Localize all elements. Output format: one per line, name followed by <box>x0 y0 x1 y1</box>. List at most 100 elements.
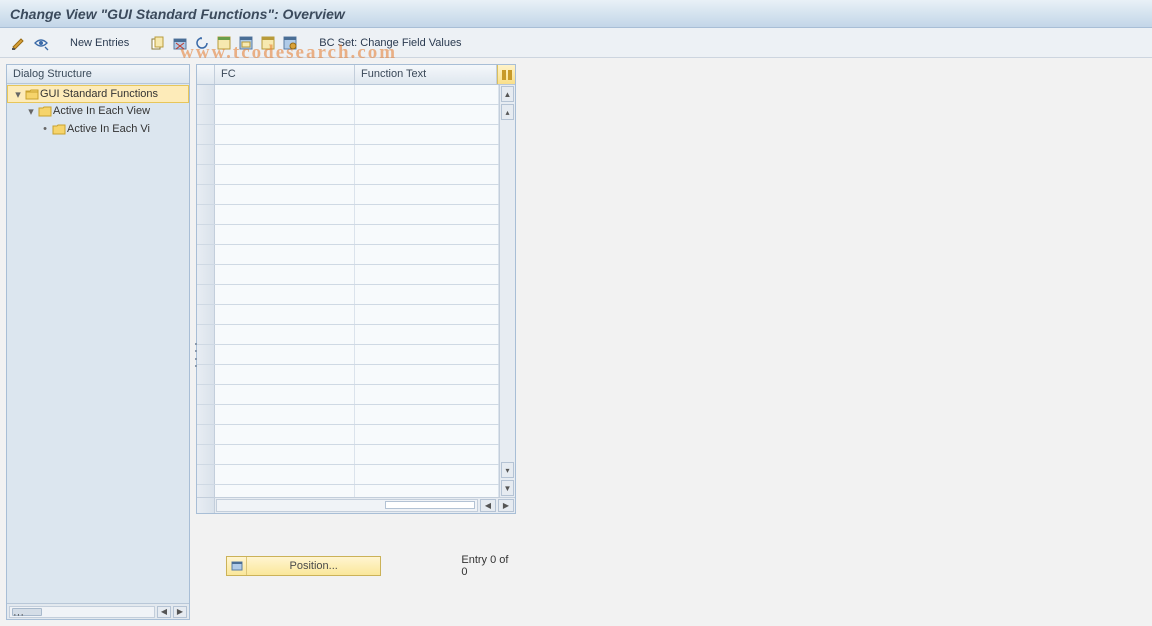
cell-function-text[interactable] <box>355 265 499 284</box>
cell-fc[interactable] <box>215 205 355 224</box>
cell-fc[interactable] <box>215 265 355 284</box>
cell-function-text[interactable] <box>355 205 499 224</box>
cell-fc[interactable] <box>215 465 355 484</box>
tree-toggle-icon[interactable]: ▾ <box>12 88 24 101</box>
table-row[interactable] <box>197 425 499 445</box>
bc-set-button[interactable]: BC Set: Change Field Values <box>313 37 467 49</box>
table-row[interactable] <box>197 165 499 185</box>
cell-function-text[interactable] <box>355 285 499 304</box>
table-row[interactable] <box>197 185 499 205</box>
table-row[interactable] <box>197 445 499 465</box>
configure-columns-icon[interactable] <box>497 65 515 84</box>
deselect-all-icon[interactable] <box>259 34 277 52</box>
cell-fc[interactable] <box>215 125 355 144</box>
cell-fc[interactable] <box>215 425 355 444</box>
cell-fc[interactable] <box>215 445 355 464</box>
cell-fc[interactable] <box>215 105 355 124</box>
scroll-down-icon[interactable]: ▼ <box>501 480 514 496</box>
cell-function-text[interactable] <box>355 465 499 484</box>
row-header[interactable] <box>197 145 215 164</box>
cell-fc[interactable] <box>215 385 355 404</box>
row-header[interactable] <box>197 445 215 464</box>
vscroll-track[interactable] <box>500 121 515 461</box>
table-row[interactable] <box>197 485 499 497</box>
cell-function-text[interactable] <box>355 105 499 124</box>
row-header[interactable] <box>197 425 215 444</box>
cell-fc[interactable] <box>215 305 355 324</box>
scroll-up-icon[interactable]: ▲ <box>501 86 514 102</box>
position-button[interactable]: Position... <box>226 556 381 576</box>
tree-item-active-in-each-vi[interactable]: • Active In Each Vi <box>7 120 189 138</box>
table-row[interactable] <box>197 345 499 365</box>
cell-function-text[interactable] <box>355 185 499 204</box>
cell-function-text[interactable] <box>355 325 499 344</box>
table-row[interactable] <box>197 325 499 345</box>
tree-item-gui-standard-functions[interactable]: ▾ GUI Standard Functions <box>7 85 189 103</box>
table-row[interactable] <box>197 85 499 105</box>
table-settings-icon[interactable] <box>281 34 299 52</box>
table-row[interactable] <box>197 365 499 385</box>
sidebar-hscroll-right-icon[interactable]: ▶ <box>173 606 187 618</box>
row-header[interactable] <box>197 265 215 284</box>
column-header-fc[interactable]: FC <box>215 65 355 84</box>
sidebar-hscroll-left-icon[interactable]: ◀ <box>157 606 171 618</box>
cell-function-text[interactable] <box>355 425 499 444</box>
copy-as-icon[interactable] <box>149 34 167 52</box>
table-row[interactable] <box>197 105 499 125</box>
cell-fc[interactable] <box>215 325 355 344</box>
toggle-display-change-icon[interactable] <box>10 34 28 52</box>
table-row[interactable] <box>197 285 499 305</box>
cell-function-text[interactable] <box>355 145 499 164</box>
row-header[interactable] <box>197 245 215 264</box>
cell-function-text[interactable] <box>355 405 499 424</box>
sidebar-hscroll-thumb[interactable]: ··· <box>12 608 42 616</box>
cell-fc[interactable] <box>215 145 355 164</box>
new-entries-button[interactable]: New Entries <box>64 37 135 49</box>
row-header[interactable] <box>197 185 215 204</box>
row-header[interactable] <box>197 225 215 244</box>
cell-fc[interactable] <box>215 225 355 244</box>
cell-fc[interactable] <box>215 345 355 364</box>
other-view-icon[interactable] <box>32 34 50 52</box>
scroll-step-down-icon[interactable]: ▾ <box>501 462 514 478</box>
hscroll-left-icon[interactable]: ◀ <box>480 499 496 512</box>
tree-item-active-in-each-view[interactable]: ▾ Active In Each View <box>7 102 189 120</box>
row-header[interactable] <box>197 365 215 384</box>
table-row[interactable] <box>197 465 499 485</box>
hscroll-right-icon[interactable]: ▶ <box>498 499 514 512</box>
cell-fc[interactable] <box>215 245 355 264</box>
delete-icon[interactable] <box>171 34 189 52</box>
row-header[interactable] <box>197 465 215 484</box>
select-block-icon[interactable] <box>237 34 255 52</box>
cell-function-text[interactable] <box>355 485 499 497</box>
hscroll-thumb[interactable] <box>385 501 475 509</box>
table-row[interactable] <box>197 225 499 245</box>
cell-function-text[interactable] <box>355 365 499 384</box>
row-header[interactable] <box>197 405 215 424</box>
cell-function-text[interactable] <box>355 305 499 324</box>
grid-corner[interactable] <box>197 65 215 84</box>
cell-function-text[interactable] <box>355 385 499 404</box>
cell-fc[interactable] <box>215 85 355 104</box>
tree-toggle-icon[interactable]: ▾ <box>25 105 37 118</box>
undo-change-icon[interactable] <box>193 34 211 52</box>
column-header-function-text[interactable]: Function Text <box>355 65 497 84</box>
table-row[interactable] <box>197 405 499 425</box>
row-header[interactable] <box>197 205 215 224</box>
row-header[interactable] <box>197 125 215 144</box>
row-header[interactable] <box>197 165 215 184</box>
cell-function-text[interactable] <box>355 165 499 184</box>
row-header[interactable] <box>197 285 215 304</box>
table-row[interactable] <box>197 145 499 165</box>
table-row[interactable] <box>197 265 499 285</box>
cell-function-text[interactable] <box>355 245 499 264</box>
cell-function-text[interactable] <box>355 85 499 104</box>
table-row[interactable] <box>197 125 499 145</box>
hscroll-track[interactable] <box>216 499 478 512</box>
cell-fc[interactable] <box>215 285 355 304</box>
cell-fc[interactable] <box>215 165 355 184</box>
row-header[interactable] <box>197 485 215 497</box>
cell-fc[interactable] <box>215 365 355 384</box>
row-header[interactable] <box>197 345 215 364</box>
cell-function-text[interactable] <box>355 225 499 244</box>
